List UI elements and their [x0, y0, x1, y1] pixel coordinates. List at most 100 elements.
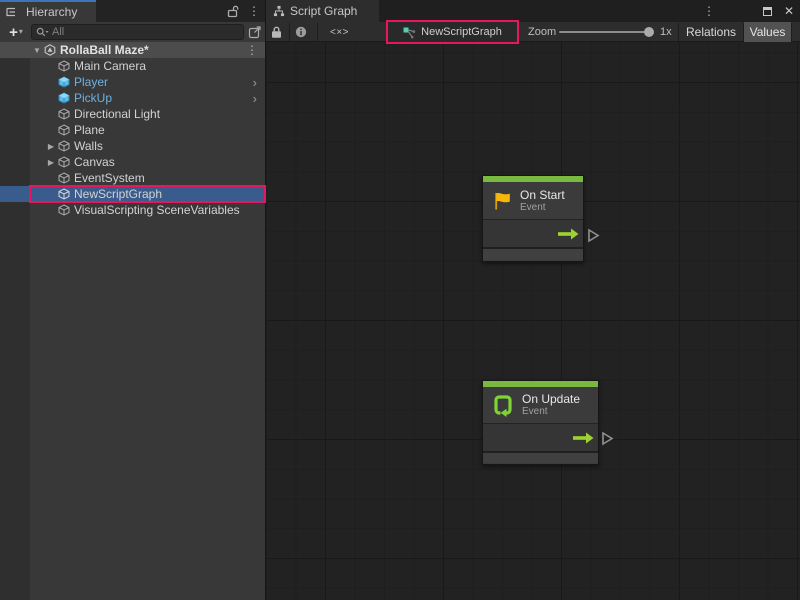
- node-subtitle: Event: [520, 202, 565, 214]
- lock-icon[interactable]: [271, 22, 282, 42]
- hierarchy-tab-actions: ⋮: [227, 0, 260, 22]
- hierarchy-toolbar: + ▾: [0, 22, 265, 42]
- hierarchy-menu-icon[interactable]: ⋮: [248, 5, 260, 17]
- graph-tab-icon: [273, 5, 285, 17]
- node-title: On Start: [520, 188, 565, 202]
- expander-icon[interactable]: ▶: [44, 142, 58, 151]
- graph-breadcrumb[interactable]: NewScriptGraph: [388, 22, 517, 42]
- toolbar-separator: [289, 23, 290, 41]
- prefab-cube-icon: [58, 92, 70, 104]
- expander-icon[interactable]: ▶: [44, 158, 58, 167]
- gameobject-cube-icon: [58, 156, 70, 168]
- unlock-icon[interactable]: [227, 5, 239, 18]
- hierarchy-tab-label: Hierarchy: [26, 5, 77, 19]
- hierarchy-search-box[interactable]: [31, 24, 244, 40]
- connection-target-triangle-icon[interactable]: [601, 431, 614, 446]
- graph-toolbar: <×> NewScriptGraph Zoom 1x Relations Val…: [266, 22, 800, 42]
- blackboard-variables-icon[interactable]: <×>: [330, 22, 349, 42]
- chevron-down-icon: ▾: [19, 28, 23, 36]
- hierarchy-item-walls[interactable]: ▶ Walls: [0, 138, 265, 154]
- flag-icon: [491, 190, 513, 212]
- search-icon: [36, 27, 49, 38]
- scene-expander-icon[interactable]: ▼: [30, 46, 44, 55]
- connection-target-triangle-icon[interactable]: [587, 228, 600, 243]
- zoom-value: 1x: [660, 22, 672, 42]
- node-on-start[interactable]: On Start Event: [482, 175, 584, 262]
- graph-canvas[interactable]: On Start Event On Update Event: [266, 42, 800, 600]
- close-icon[interactable]: ✕: [784, 5, 794, 17]
- item-label: NewScriptGraph: [74, 187, 162, 201]
- gameobject-cube-icon: [58, 140, 70, 152]
- node-header: On Update Event: [483, 387, 598, 423]
- zoom-slider-track[interactable]: [559, 31, 649, 33]
- item-label: Directional Light: [74, 107, 160, 121]
- item-label: Plane: [74, 123, 105, 137]
- plus-icon: +: [9, 25, 18, 40]
- node-on-update[interactable]: On Update Event: [482, 380, 599, 465]
- values-button[interactable]: Values: [744, 22, 791, 42]
- prefab-chevron-icon[interactable]: ›: [253, 76, 265, 89]
- hierarchy-item-pickup[interactable]: PickUp ›: [0, 90, 265, 106]
- graph-tab-label: Script Graph: [290, 4, 357, 18]
- prefab-cube-icon: [58, 76, 70, 88]
- item-label: Canvas: [74, 155, 115, 169]
- flow-output-arrow-icon[interactable]: [557, 228, 579, 240]
- update-loop-icon: [491, 393, 515, 417]
- relations-button[interactable]: Relations: [679, 22, 743, 42]
- item-label: PickUp: [74, 91, 112, 105]
- node-output-port-row: [483, 423, 598, 451]
- search-input[interactable]: [52, 26, 239, 38]
- gameobject-cube-icon: [58, 108, 70, 120]
- item-label: Player: [74, 75, 108, 89]
- node-output-port-row: [483, 219, 583, 247]
- panel-menu-icon[interactable]: ⋮: [703, 5, 715, 17]
- hierarchy-tree: Main Camera Player › PickUp › Directiona…: [0, 58, 265, 600]
- hierarchy-panel: Hierarchy ⋮ + ▾ ▼ RollaBall Maze* ⋮: [0, 0, 265, 600]
- gameobject-cube-icon: [58, 60, 70, 72]
- gameobject-cube-icon: [58, 124, 70, 136]
- hierarchy-item-main-camera[interactable]: Main Camera: [0, 58, 265, 74]
- flow-output-arrow-icon[interactable]: [572, 432, 594, 444]
- dim-button[interactable]: Dim: [792, 22, 800, 42]
- item-label: VisualScripting SceneVariables: [74, 203, 240, 217]
- hierarchy-item-canvas[interactable]: ▶ Canvas: [0, 154, 265, 170]
- node-footer: [483, 247, 583, 260]
- maximize-icon[interactable]: [763, 7, 772, 16]
- gameobject-cube-icon: [58, 188, 70, 200]
- scene-name: RollaBall Maze*: [60, 43, 246, 57]
- unity-scene-icon: [44, 44, 56, 56]
- toolbar-separator: [317, 23, 318, 41]
- node-footer: [483, 451, 598, 463]
- item-label: EventSystem: [74, 171, 145, 185]
- node-subtitle: Event: [522, 406, 580, 418]
- zoom-label: Zoom: [528, 22, 556, 42]
- prefab-chevron-icon[interactable]: ›: [253, 92, 265, 105]
- graph-tab-bar: Script Graph ⋮ ✕: [266, 0, 800, 22]
- tab-script-graph[interactable]: Script Graph: [266, 0, 379, 22]
- picker-icon[interactable]: [248, 25, 262, 39]
- gameobject-cube-icon: [58, 204, 70, 216]
- window-controls: ⋮ ✕: [703, 0, 794, 22]
- script-graph-panel: Script Graph ⋮ ✕ <×> NewScriptGraph: [265, 0, 800, 600]
- node-title: On Update: [522, 392, 580, 406]
- zoom-slider-handle[interactable]: [644, 27, 654, 37]
- scene-menu-icon[interactable]: ⋮: [246, 44, 265, 56]
- create-object-button[interactable]: + ▾: [3, 25, 29, 40]
- hierarchy-tab-bar: Hierarchy ⋮: [0, 0, 265, 22]
- hierarchy-icon: [5, 6, 17, 18]
- hierarchy-item-visualscripting-scenevariables[interactable]: VisualScripting SceneVariables: [0, 202, 265, 218]
- hierarchy-item-player[interactable]: Player ›: [0, 74, 265, 90]
- hierarchy-item-plane[interactable]: Plane: [0, 122, 265, 138]
- hierarchy-item-eventsystem[interactable]: EventSystem: [0, 170, 265, 186]
- node-header: On Start Event: [483, 182, 583, 219]
- hierarchy-item-newscriptgraph[interactable]: NewScriptGraph: [0, 186, 265, 202]
- hierarchy-item-directional-light[interactable]: Directional Light: [0, 106, 265, 122]
- info-icon[interactable]: [295, 22, 307, 42]
- unity-editor-window: Hierarchy ⋮ + ▾ ▼ RollaBall Maze* ⋮: [0, 0, 800, 600]
- tab-hierarchy[interactable]: Hierarchy: [0, 0, 96, 22]
- breadcrumb-label: NewScriptGraph: [421, 26, 502, 38]
- item-label: Main Camera: [74, 59, 146, 73]
- item-label: Walls: [74, 139, 103, 153]
- script-graph-asset-icon: [403, 26, 416, 39]
- scene-row[interactable]: ▼ RollaBall Maze* ⋮: [0, 42, 265, 58]
